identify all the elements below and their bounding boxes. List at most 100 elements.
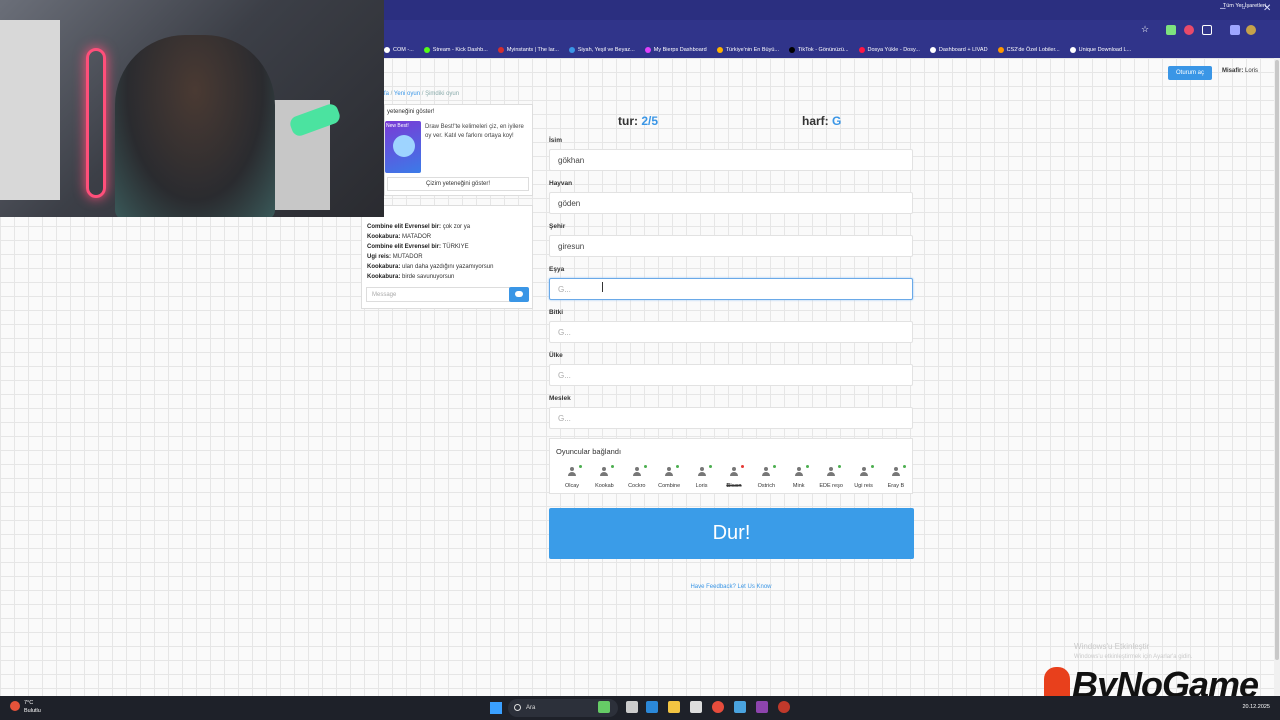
all-bookmarks-folder[interactable]: Tüm Yer İşaretleri <box>1223 3 1266 9</box>
chat-message: Kookabura: birde savunuyorsun <box>367 274 455 280</box>
field-label: Bitki <box>549 309 564 316</box>
player-name: Combine <box>658 483 681 489</box>
chat-message: Combine elit Evrensel bir: TÜRKIYE <box>367 244 469 250</box>
text-cursor <box>602 282 603 292</box>
chat-message: Kookabura: ulan daha yazdığını yazamıyor… <box>367 264 494 270</box>
webcam-overlay <box>0 0 384 217</box>
chat-panel: Combine elit Evrensel bir: çok zor ya Koo… <box>361 205 533 309</box>
promo-image[interactable]: New Best! <box>385 121 421 173</box>
player-name: Ugi reis <box>854 483 873 489</box>
bookmark-item[interactable]: Unique Download L... <box>1069 47 1131 53</box>
answer-input[interactable]: G... <box>549 407 913 429</box>
bookmark-item[interactable]: COM -... <box>384 47 414 53</box>
edge-icon[interactable] <box>646 701 658 713</box>
status-dot <box>708 465 712 468</box>
player-item: Ugi reis <box>850 464 878 492</box>
bookmark-item[interactable]: Türkiye'nin En Büyü... <box>716 47 779 53</box>
user-icon <box>729 467 739 477</box>
answer-input[interactable]: göden <box>549 192 913 214</box>
player-item: EDE reşo <box>817 464 845 492</box>
user-icon <box>794 467 804 477</box>
bookmark-item[interactable]: TikTok - Gönünüzü... <box>788 47 849 53</box>
bookmark-item[interactable]: Siyah, Yeşil ve Beyaz... <box>568 47 635 53</box>
page-scrollbar[interactable] <box>1274 58 1280 696</box>
folder-icon[interactable] <box>668 701 680 713</box>
player-name: Kookab <box>595 483 614 489</box>
app-icon[interactable] <box>778 701 790 713</box>
user-icon <box>826 467 836 477</box>
chrome-icon[interactable] <box>712 701 724 713</box>
bookmark-item[interactable]: CS2'de Özel Lobiler... <box>997 47 1060 53</box>
feedback-link[interactable]: Have Feedback? Let Us Know <box>549 584 913 590</box>
user-icon <box>632 467 642 477</box>
weather-widget[interactable]: 7°C Bulutlu <box>10 699 41 715</box>
answer-input[interactable]: G... <box>549 321 913 343</box>
menu-icon[interactable] <box>1230 25 1240 35</box>
player-item: Bison <box>720 464 748 492</box>
user-icon <box>697 467 707 477</box>
player-name: Cockro <box>628 483 646 489</box>
status-dot <box>902 465 906 468</box>
player-item: Ostrich <box>752 464 780 492</box>
bookmark-icon <box>929 47 936 53</box>
field-label: Şehir <box>549 223 566 230</box>
player-name: Ostrich <box>757 483 776 489</box>
discord-icon[interactable] <box>756 701 768 713</box>
extension-icon[interactable] <box>1184 25 1194 35</box>
user-icon <box>664 467 674 477</box>
star-icon[interactable]: ☆ <box>1141 24 1151 34</box>
chat-message-input[interactable]: Message <box>366 287 510 302</box>
send-message-button[interactable] <box>509 287 529 302</box>
status-dot <box>676 465 680 468</box>
user-icon <box>859 467 869 477</box>
user-icon <box>761 467 771 477</box>
guest-label: Misafir: Loris <box>1222 68 1259 74</box>
status-dot <box>773 465 777 468</box>
round-indicator: tur: 2/5 <box>618 114 659 128</box>
app-icon[interactable] <box>734 701 746 713</box>
task-view-icon[interactable] <box>626 701 638 713</box>
player-name: Loris <box>695 483 708 489</box>
start-icon[interactable] <box>490 702 502 714</box>
players-title: Oyuncular bağlandı <box>556 447 622 456</box>
field-label: İsim <box>549 137 563 144</box>
player-item: Loris <box>688 464 716 492</box>
letter-indicator: harf: G <box>802 114 842 128</box>
bookmark-item[interactable]: My Bierps Dashboard <box>644 47 707 53</box>
show-drawing-button[interactable]: Çizim yeteneğini göster! <box>387 177 529 191</box>
status-dot <box>579 465 582 468</box>
player-name: EDE reşo <box>819 483 843 489</box>
breadcrumb-item[interactable]: fa <box>384 91 389 97</box>
store-icon[interactable] <box>690 701 702 713</box>
profile-avatar[interactable] <box>1246 25 1256 35</box>
app-icon[interactable] <box>598 701 610 713</box>
extension-icon[interactable] <box>1166 25 1176 35</box>
status-dot <box>805 465 809 468</box>
player-item: Mink <box>785 464 813 492</box>
puzzle-icon[interactable] <box>1202 25 1212 35</box>
chat-message: Kookabura: MATADOR <box>367 234 432 240</box>
answer-input[interactable]: gökhan <box>549 149 913 171</box>
windows-activation-watermark: Windows'u Etkinleştir Windows'u etkinleş… <box>1074 642 1193 660</box>
field-label: Eşya <box>549 266 565 273</box>
promo-text: Draw Best!'te kelimeleri çiz, en iyilere… <box>425 124 524 139</box>
stop-button[interactable]: Dur! <box>549 508 914 559</box>
bookmark-item[interactable]: Dosya Yükle - Dosy... <box>858 47 920 53</box>
bookmark-item[interactable]: Myinstants | The lar... <box>497 47 559 53</box>
chat-message: Ugi reis: MUTADOR <box>367 254 423 260</box>
user-icon <box>891 467 901 477</box>
answer-input[interactable]: G... <box>549 278 913 300</box>
players-panel: Oyuncular bağlandı Olcay Kookab Cockro Comb… <box>549 438 913 494</box>
status-dot <box>611 465 615 468</box>
answer-input[interactable]: giresun <box>549 235 913 257</box>
field-label: Ülke <box>549 352 563 359</box>
bookmark-item[interactable]: Dashboard + LIVAD <box>929 47 988 53</box>
bookmark-icon <box>858 47 865 53</box>
login-button[interactable]: Oturum aç <box>1168 66 1212 80</box>
search-icon <box>514 704 521 711</box>
bookmark-item[interactable]: Stream - Kick Dashb... <box>423 47 488 53</box>
breadcrumb-item[interactable]: Yeni oyun <box>394 91 420 97</box>
status-dot <box>870 465 874 468</box>
answer-input[interactable]: G... <box>549 364 913 386</box>
bookmark-icon <box>384 47 390 53</box>
